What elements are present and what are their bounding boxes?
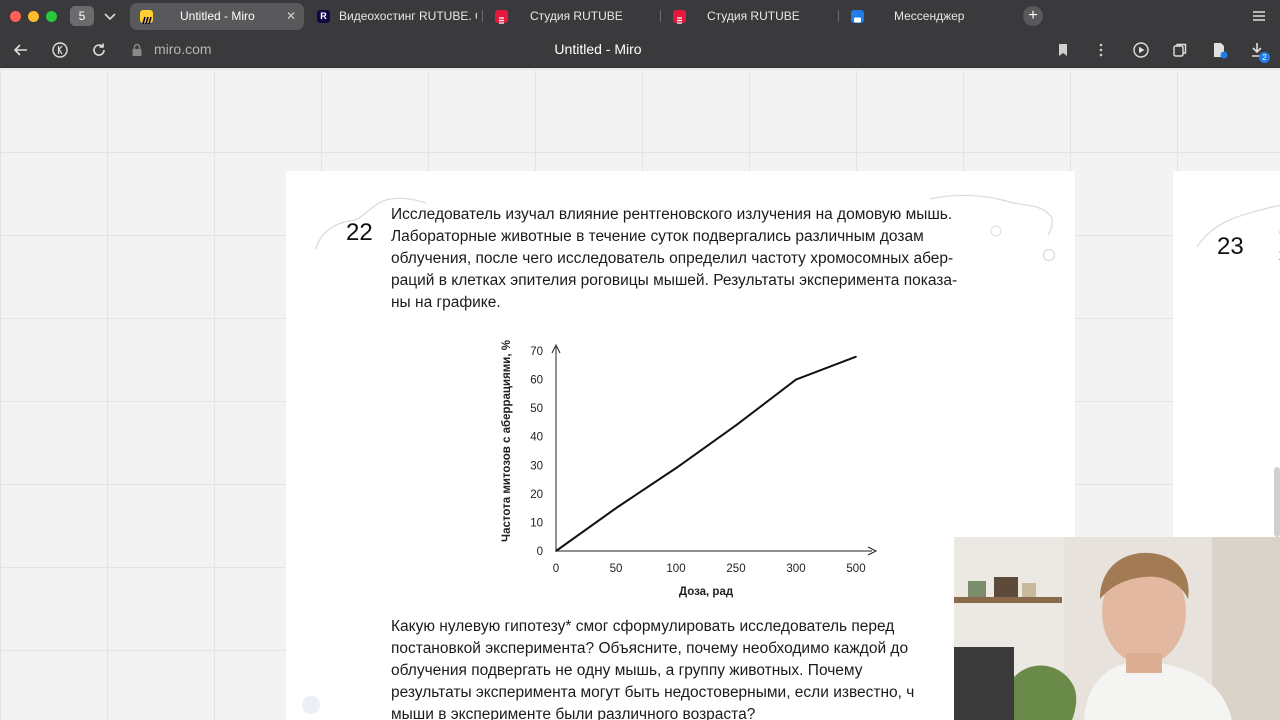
text-line: облучения подвергать не одну мышь, а гру… [391, 662, 863, 679]
x-tick-label: 300 [786, 563, 805, 575]
y-tick-label: 20 [530, 489, 543, 501]
page-title: Untitled - Miro [554, 41, 642, 57]
x-tick-label: 100 [666, 563, 685, 575]
menu-icon[interactable] [1252, 8, 1266, 24]
rutube-icon: R [317, 10, 330, 23]
messenger-icon [851, 10, 864, 23]
data-point [555, 550, 557, 552]
miro-icon [140, 10, 153, 25]
text-line: Лабораторные животные в течение суток по… [391, 228, 924, 245]
text-line: раций в клетках эпителия роговицы мышей.… [391, 272, 958, 289]
new-tab-button[interactable]: + [1023, 6, 1043, 26]
y-tick-label: 30 [530, 460, 543, 472]
text-line: результаты эксперимента могут быть недос… [391, 684, 915, 701]
tab-label: Студия RUTUBE [707, 9, 800, 23]
tab-label: Untitled - Miro [180, 9, 255, 23]
tab-messenger[interactable]: Мессенджер [841, 3, 1011, 30]
text-line: облучения, после чего исследователь опре… [391, 250, 954, 267]
tab-studio-rutube-1[interactable]: Студия RUTUBE [485, 3, 655, 30]
text-line: Какую нулевую гипотезу* смог сформулиров… [391, 618, 895, 635]
text-line: Исследователь изучал влияние рентгеновск… [391, 206, 953, 223]
collections-icon[interactable] [1171, 41, 1189, 59]
data-point [675, 467, 677, 469]
video-play-icon[interactable] [1132, 41, 1150, 59]
tab-label: Студия RUTUBE [530, 9, 623, 23]
tab-label: Видеохостинг RUTUBE. С [339, 9, 477, 23]
tab-separator [838, 10, 839, 22]
close-icon[interactable]: ✕ [286, 3, 296, 30]
tab-separator [660, 10, 661, 22]
series-line [555, 355, 857, 552]
x-tick-label: 50 [610, 563, 623, 575]
tab-count-badge[interactable]: 5 [70, 6, 94, 26]
browser-address-bar: miro.com Untitled - Miro 2 [0, 32, 1280, 68]
data-point [795, 378, 797, 381]
scrollbar-thumb[interactable] [1274, 467, 1280, 537]
x-tick-label: 0 [553, 563, 559, 575]
x-tick-label: 250 [726, 563, 745, 575]
task-number: 23 [1217, 233, 1244, 260]
bookmark-icon[interactable] [1054, 41, 1072, 59]
download-count-badge: 2 [1259, 52, 1270, 63]
text-line: ны на графике. [391, 294, 501, 311]
tab-miro[interactable]: Untitled - Miro ✕ [130, 3, 304, 30]
task-intro-text: Исследователь изучал влияние рентгеновск… [391, 204, 1031, 314]
more-vertical-icon[interactable] [1092, 41, 1110, 59]
studio-icon [673, 10, 686, 24]
tab-rutube[interactable]: R Видеохостинг RUTUBE. С [307, 3, 477, 30]
window-zoom-button[interactable] [46, 11, 57, 22]
decorative-circle [1042, 248, 1056, 262]
text-line: постановкой эксперимента? Объясните, поч… [391, 640, 909, 657]
window-minimize-button[interactable] [28, 11, 39, 22]
document-icon[interactable] [1210, 41, 1228, 59]
task-question-text: Какую нулевую гипотезу* смог сформулиров… [391, 616, 981, 720]
task-number: 22 [346, 219, 373, 246]
y-tick-label: 60 [530, 375, 543, 387]
window-close-button[interactable] [10, 11, 21, 22]
chevron-down-icon[interactable] [102, 8, 118, 24]
y-tick-label: 70 [530, 346, 543, 358]
webcam-video-overlay [954, 537, 1280, 720]
presenter-video-frame [954, 537, 1280, 720]
x-axis-label: Доза, рад [679, 586, 734, 598]
y-axis-label: Частота митозов с аберрациями, % [501, 340, 513, 542]
data-point [735, 424, 737, 427]
data-point [855, 355, 857, 358]
y-tick-label: 50 [530, 403, 543, 415]
dose-aberration-chart: 0 50 100 250 300 500 0 10 20 30 40 50 60 70 Доза, рад Ч… [501, 340, 878, 598]
y-tick-label: 0 [537, 546, 543, 558]
decorative-circle [302, 696, 320, 714]
x-tick-label: 500 [846, 563, 865, 575]
tab-studio-rutube-2[interactable]: Студия RUTUBE [663, 3, 833, 30]
data-point [615, 507, 617, 509]
y-tick-label: 40 [530, 432, 543, 444]
tab-separator [482, 10, 483, 22]
browser-tab-bar: 5 Untitled - Miro ✕ R Видеохостинг RUTUB… [0, 0, 1280, 32]
tab-label: Мессенджер [894, 9, 965, 23]
studio-icon [495, 10, 508, 24]
y-tick-label: 10 [530, 517, 543, 529]
text-line: мыши в эксперименте были различного возр… [391, 706, 756, 720]
